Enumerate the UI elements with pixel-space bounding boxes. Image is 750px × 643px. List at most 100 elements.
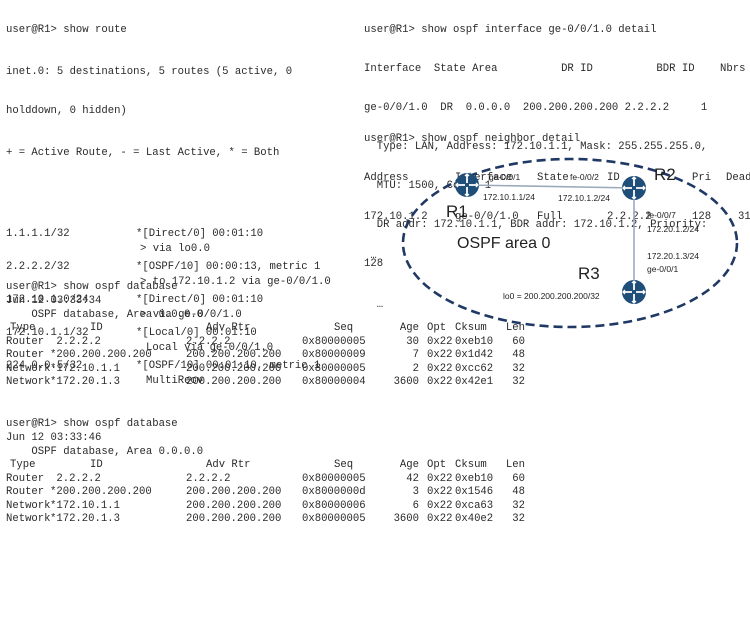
lsa-adv-router: 2.2.2.2 <box>186 335 231 348</box>
db-table-row: Network *172.20.1.3 200.200.200.200 0x80… <box>6 513 525 527</box>
lsa-adv-router: 200.200.200.200 <box>186 362 282 375</box>
db-table-row: Router *200.200.200.200 200.200.200.200 … <box>6 349 525 363</box>
lsa-id: *200.200.200.200 <box>50 486 152 498</box>
col-len: Len <box>505 459 525 471</box>
col-len: Len <box>505 322 525 334</box>
lsa-type: Network <box>6 376 51 388</box>
lsa-id: *172.10.1.1 <box>50 499 120 512</box>
lsa-age: 3 <box>412 486 419 498</box>
r2-interface-b-label: fe-0/0/7 <box>647 210 676 220</box>
db-table-row: Router *200.200.200.200 200.200.200.200 … <box>6 486 525 500</box>
route-destination: 2.2.2.2/32 <box>6 261 70 273</box>
lsa-opt: 0x22 <box>427 349 453 361</box>
lsa-age: 7 <box>412 349 419 361</box>
lsa-age: 3600 <box>393 376 419 388</box>
route-summary: inet.0: 5 destinations, 5 routes (5 acti… <box>6 66 293 78</box>
lsa-seq: 0x8000000d <box>302 486 366 498</box>
lsa-len: 32 <box>512 376 525 388</box>
col-cksum: Cksum <box>455 459 487 471</box>
db-title: OSPF database, Area 0.0.0.0 <box>6 309 204 321</box>
lsa-adv-router: 2.2.2.2 <box>186 472 231 485</box>
lsa-type: Network <box>6 499 51 512</box>
lsa-cksum: 0xcc62 <box>455 362 494 375</box>
lsa-opt: 0x22 <box>427 376 453 388</box>
db-table-row: Network *172.20.1.3 200.200.200.200 0x80… <box>6 376 525 390</box>
lsa-age: 30 <box>406 335 419 348</box>
lsa-adv-router: 200.200.200.200 <box>186 486 282 498</box>
lsa-opt: 0x22 <box>427 486 453 498</box>
lsa-age: 6 <box>412 499 419 512</box>
route-destination: 1.1.1.1/32 <box>6 228 70 240</box>
db-header-row: Type ID Adv Rtr Seq Age Opt Cksum Len <box>6 459 525 473</box>
ospf-area-boundary <box>401 157 739 329</box>
lsa-type: Network <box>6 513 51 525</box>
lsa-seq: 0x80000005 <box>302 472 366 485</box>
lsa-age: 3600 <box>393 513 419 525</box>
lsa-cksum: 0xca63 <box>455 499 494 512</box>
lsa-len: 48 <box>512 486 525 498</box>
interface-header: Interface State Area DR ID BDR ID Nbrs <box>364 63 746 75</box>
lsa-type: Router <box>6 335 45 348</box>
r3-loopback-label: lo0 = 200.200.200.200/32 <box>503 291 600 301</box>
lsa-id: *172.20.1.3 <box>50 376 120 388</box>
lsa-cksum: 0x42e1 <box>455 376 494 388</box>
lsa-len: 48 <box>512 349 525 361</box>
r1-interface-label: ge-0/0/1 <box>489 172 520 182</box>
lsa-type: Network <box>6 362 51 375</box>
lsa-len: 60 <box>512 472 525 485</box>
db-table-row: Network *172.10.1.1 200.200.200.200 0x80… <box>6 499 525 514</box>
lsa-type: Router <box>6 349 45 361</box>
col-cksum: Cksum <box>455 322 487 334</box>
route-protocol: *[Direct/0] 00:01:10 <box>136 228 264 240</box>
lsa-adv-router: 200.200.200.200 <box>186 376 282 388</box>
db-table-row: Router 2.2.2.2 2.2.2.2 0x80000005 42 0x2… <box>6 472 525 487</box>
area-label: OSPF area 0 <box>457 235 550 252</box>
lsa-adv-router: 200.200.200.200 <box>186 513 282 525</box>
lsa-cksum: 0x40e2 <box>455 513 494 525</box>
r1-ip-label: 172.10.1.1/24 <box>483 192 535 202</box>
lsa-adv-router: 200.200.200.200 <box>186 499 282 512</box>
ospf-database-output-2: user@R1> show ospf database Jun 12 03:33:… <box>6 418 525 527</box>
lsa-seq: 0x80000005 <box>302 362 366 375</box>
lsa-age: 2 <box>412 362 419 375</box>
col-id: ID <box>90 459 103 471</box>
route-legend: + = Active Route, - = Last Active, * = B… <box>6 147 280 159</box>
col-id: ID <box>90 322 103 334</box>
col-type: Type <box>10 322 36 334</box>
lsa-len: 32 <box>512 499 525 512</box>
db-header-row: Type ID Adv Rtr Seq Age Opt Cksum Len <box>6 322 525 336</box>
lsa-seq: 0x80000005 <box>302 513 366 525</box>
col-opt: Opt <box>427 322 447 334</box>
lsa-id: 2.2.2.2 <box>50 472 101 485</box>
route-entry: 1.1.1.1/32 *[Direct/0] 00:01:10 <box>6 228 292 241</box>
lsa-len: 60 <box>512 335 525 348</box>
lsa-cksum: 0x1546 <box>455 486 494 498</box>
db-prompt: user@R1> show ospf database <box>6 418 178 430</box>
col-adv-rtr: Adv Rtr <box>206 459 251 471</box>
route-entry: 2.2.2.2/32 *[OSPF/10] 00:00:13, metric 1 <box>6 261 320 274</box>
lsa-len: 32 <box>512 362 525 375</box>
lsa-seq: 0x80000005 <box>302 335 366 348</box>
lsa-seq: 0x80000006 <box>302 499 366 512</box>
router-r2-icon <box>622 176 646 200</box>
db-prompt: user@R1> show ospf database <box>6 281 178 293</box>
lsa-cksum: 0xeb10 <box>455 472 494 485</box>
interface-prompt: user@R1> show ospf interface ge-0/0/1.0 … <box>364 24 657 36</box>
route-protocol: *[OSPF/10] 00:00:13, metric 1 <box>136 261 321 273</box>
router-r3-label: R3 <box>578 264 600 283</box>
col-seq: Seq <box>334 459 354 471</box>
router-r2-label: R2 <box>654 165 676 184</box>
lsa-id: *172.10.1.1 <box>50 362 120 375</box>
col-type: Type <box>10 459 36 471</box>
lsa-cksum: 0x1d42 <box>455 349 494 361</box>
lsa-opt: 0x22 <box>427 499 453 512</box>
route-nexthop-row: > via lo0.0 <box>6 243 292 256</box>
router-r1-icon <box>455 173 479 197</box>
r2-ip-b-label: 172.20.1.2/24 <box>647 224 699 234</box>
r2-interface-a-label: fe-0/0/2 <box>570 172 599 182</box>
db-title: OSPF database, Area 0.0.0.0 <box>6 446 204 458</box>
router-r3-icon <box>622 280 646 304</box>
route-prompt: user@R1> show route <box>6 24 127 36</box>
lsa-id: *172.20.1.3 <box>50 513 120 525</box>
router-r1-label: R1 <box>446 202 468 221</box>
